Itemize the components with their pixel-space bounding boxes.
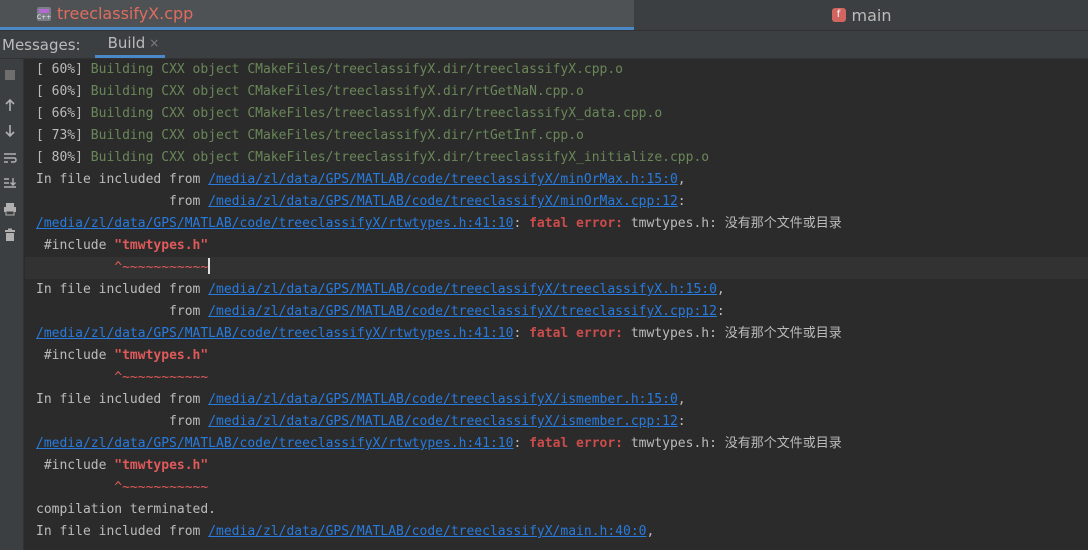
file-link[interactable]: /media/zl/data/GPS/MATLAB/code/treeclass… <box>208 524 646 539</box>
file-link[interactable]: /media/zl/data/GPS/MATLAB/code/treeclass… <box>208 392 678 407</box>
included-from-line: In file included from /media/zl/data/GPS… <box>36 524 655 539</box>
included-from-line: In file included from /media/zl/data/GPS… <box>36 392 686 407</box>
tool-window-title: Messages: <box>2 35 81 54</box>
scroll-to-end-icon[interactable] <box>2 175 18 191</box>
build-line: [ 60%] Building CXX object CMakeFiles/tr… <box>36 62 624 77</box>
include-line: #include "tmwtypes.h" <box>36 238 209 253</box>
error-line: /media/zl/data/GPS/MATLAB/code/treeclass… <box>36 436 842 451</box>
file-link[interactable]: /media/zl/data/GPS/MATLAB/code/treeclass… <box>36 436 513 451</box>
messages-header: Messages: Build × <box>0 31 1088 59</box>
soft-wrap-icon[interactable] <box>2 150 18 166</box>
stop-icon[interactable] <box>2 67 18 83</box>
file-link[interactable]: /media/zl/data/GPS/MATLAB/code/treeclass… <box>208 282 717 297</box>
from-line: from /media/zl/data/GPS/MATLAB/code/tree… <box>36 304 725 319</box>
close-icon[interactable]: × <box>149 36 159 50</box>
file-link[interactable]: /media/zl/data/GPS/MATLAB/code/treeclass… <box>208 172 678 187</box>
tab-main[interactable]: f main <box>635 0 1088 30</box>
tab-build[interactable]: Build × <box>94 31 166 58</box>
file-link[interactable]: /media/zl/data/GPS/MATLAB/code/treeclass… <box>36 216 513 231</box>
cpp-file-icon <box>37 6 51 21</box>
included-from-line: In file included from /media/zl/data/GPS… <box>36 282 725 297</box>
file-link[interactable]: /media/zl/data/GPS/MATLAB/code/treeclass… <box>208 194 678 209</box>
caret-line: ^~~~~~~~~~~~ <box>25 257 1088 279</box>
tab-label: main <box>851 5 892 25</box>
build-line: [ 80%] Building CXX object CMakeFiles/tr… <box>36 150 710 165</box>
from-line: from /media/zl/data/GPS/MATLAB/code/tree… <box>36 194 686 209</box>
build-line: [ 60%] Building CXX object CMakeFiles/tr… <box>36 84 584 99</box>
build-line: [ 73%] Building CXX object CMakeFiles/tr… <box>36 128 584 143</box>
tab-treeclassifyx-cpp[interactable]: treeclassifyX.cpp <box>0 0 634 30</box>
file-link[interactable]: /media/zl/data/GPS/MATLAB/code/treeclass… <box>208 304 717 319</box>
caret-line: ^~~~~~~~~~~~ <box>114 480 209 495</box>
trash-icon[interactable] <box>2 227 18 243</box>
build-line: [ 66%] Building CXX object CMakeFiles/tr… <box>36 106 663 121</box>
from-line: from /media/zl/data/GPS/MATLAB/code/tree… <box>36 414 686 429</box>
included-from-line: In file included from /media/zl/data/GPS… <box>36 172 686 187</box>
ide-window: treeclassifyX.cpp f main Messages: Build… <box>0 0 1088 550</box>
function-icon: f <box>831 8 846 22</box>
error-line: /media/zl/data/GPS/MATLAB/code/treeclass… <box>36 216 842 231</box>
compilation-terminated-line: compilation terminated. <box>36 502 217 517</box>
file-link[interactable]: /media/zl/data/GPS/MATLAB/code/treeclass… <box>208 414 678 429</box>
console-toolbar <box>0 59 24 550</box>
editor-tab-bar: treeclassifyX.cpp f main <box>0 0 1088 31</box>
tab-build-label: Build <box>107 34 146 52</box>
arrow-up-icon[interactable] <box>2 97 18 113</box>
caret-line: ^~~~~~~~~~~~ <box>114 370 209 385</box>
error-line: /media/zl/data/GPS/MATLAB/code/treeclass… <box>36 326 842 341</box>
file-link[interactable]: /media/zl/data/GPS/MATLAB/code/treeclass… <box>36 326 513 341</box>
tab-label: treeclassifyX.cpp <box>57 4 194 23</box>
include-line: #include "tmwtypes.h" <box>36 458 209 473</box>
build-output-console[interactable]: [ 60%] Building CXX object CMakeFiles/tr… <box>25 59 1088 550</box>
include-line: #include "tmwtypes.h" <box>36 348 209 363</box>
arrow-down-icon[interactable] <box>2 123 18 139</box>
print-icon[interactable] <box>2 201 18 217</box>
text-cursor <box>208 258 211 274</box>
